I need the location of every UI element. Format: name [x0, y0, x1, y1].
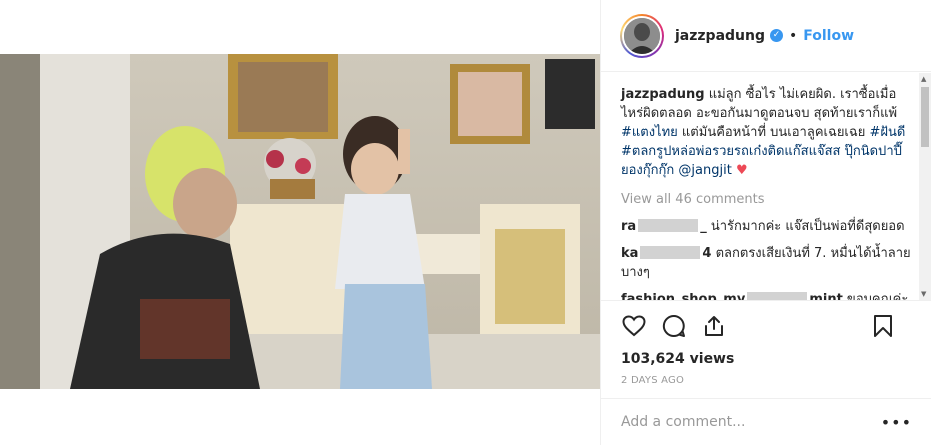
comments-scrollbar[interactable]: ▲ ▼: [919, 73, 931, 300]
more-options-icon[interactable]: •••: [881, 413, 912, 432]
post-date[interactable]: 2 DAYS AGO: [621, 375, 912, 386]
comment-bubble-icon[interactable]: [661, 313, 687, 339]
verified-check-icon: ✓: [770, 29, 783, 42]
media-area: [0, 0, 600, 445]
mention-link[interactable]: @jangjit: [678, 163, 731, 178]
view-all-comments-link[interactable]: View all 46 comments: [621, 190, 918, 209]
caption-text: แต่มันคือหน้าที่ บนเอาลูคเฉยเฉย: [677, 125, 870, 140]
redacted-name: [640, 246, 701, 259]
comment-item: fashion_shop_mymint ขอบคุณค่ะปลดบล็อก: [621, 290, 918, 300]
share-arrow-icon[interactable]: [701, 313, 727, 339]
action-icons: [621, 301, 912, 351]
story-ring[interactable]: [620, 13, 664, 58]
username-link[interactable]: jazzpadung: [675, 28, 765, 44]
views-count[interactable]: 103,624 views: [621, 351, 912, 367]
post-caption: jazzpadung แม่ลูก ซื้อไร ไม่เคยผิด. เราซ…: [621, 85, 918, 180]
post-side-panel: jazzpadung ✓ • Follow jazzpadung แม่ลูก …: [600, 0, 931, 445]
add-comment-input[interactable]: [621, 414, 881, 430]
follow-button[interactable]: Follow: [803, 28, 854, 44]
separator-dot: •: [789, 27, 798, 44]
post-header: jazzpadung ✓ • Follow: [601, 0, 931, 72]
caption-username[interactable]: jazzpadung: [621, 87, 705, 102]
comment-username[interactable]: ra _: [621, 219, 707, 234]
hashtag-link[interactable]: #แตงไทย: [621, 125, 678, 140]
heart-emoji-icon: ♥: [735, 163, 748, 178]
scroll-up-icon[interactable]: ▲: [921, 75, 926, 83]
hashtag-link[interactable]: #ฝันดี: [869, 125, 905, 140]
comments-list[interactable]: jazzpadung แม่ลูก ซื้อไร ไม่เคยผิด. เราซ…: [601, 73, 931, 300]
heart-outline-icon[interactable]: [621, 313, 647, 339]
avatar-image: [624, 17, 660, 54]
add-comment-bar: •••: [601, 398, 931, 445]
post-video[interactable]: [0, 54, 600, 389]
comment-username[interactable]: ka 4: [621, 246, 711, 261]
redacted-name: [747, 292, 808, 300]
scroll-down-icon[interactable]: ▼: [921, 290, 926, 298]
scrollbar-thumb[interactable]: [921, 87, 929, 147]
comment-username[interactable]: fashion_shop_my mint: [621, 292, 843, 300]
bookmark-icon[interactable]: [870, 313, 896, 339]
post-actions: 103,624 views 2 DAYS AGO: [601, 300, 931, 408]
comment-text: น่ารักมากค่ะ แจ๊สเป็นพ่อที่ดีสุดยอด: [706, 219, 905, 234]
hashtag-link[interactable]: #ตลกรูปหล่อพ่อรวยรถเก๋งติดแก๊สแจ๊สส ปุ๊ก…: [621, 144, 902, 178]
video-frame-illustration: [0, 54, 600, 389]
avatar[interactable]: [622, 15, 662, 56]
comment-item: ra _ น่ารักมากค่ะ แจ๊สเป็นพ่อที่ดีสุดยอด: [621, 217, 918, 236]
comment-item: ka 4 ตลกตรงเสียเงินที่ 7. หมื่นได้น้ำลายบ…: [621, 244, 918, 282]
redacted-name: [638, 219, 699, 232]
